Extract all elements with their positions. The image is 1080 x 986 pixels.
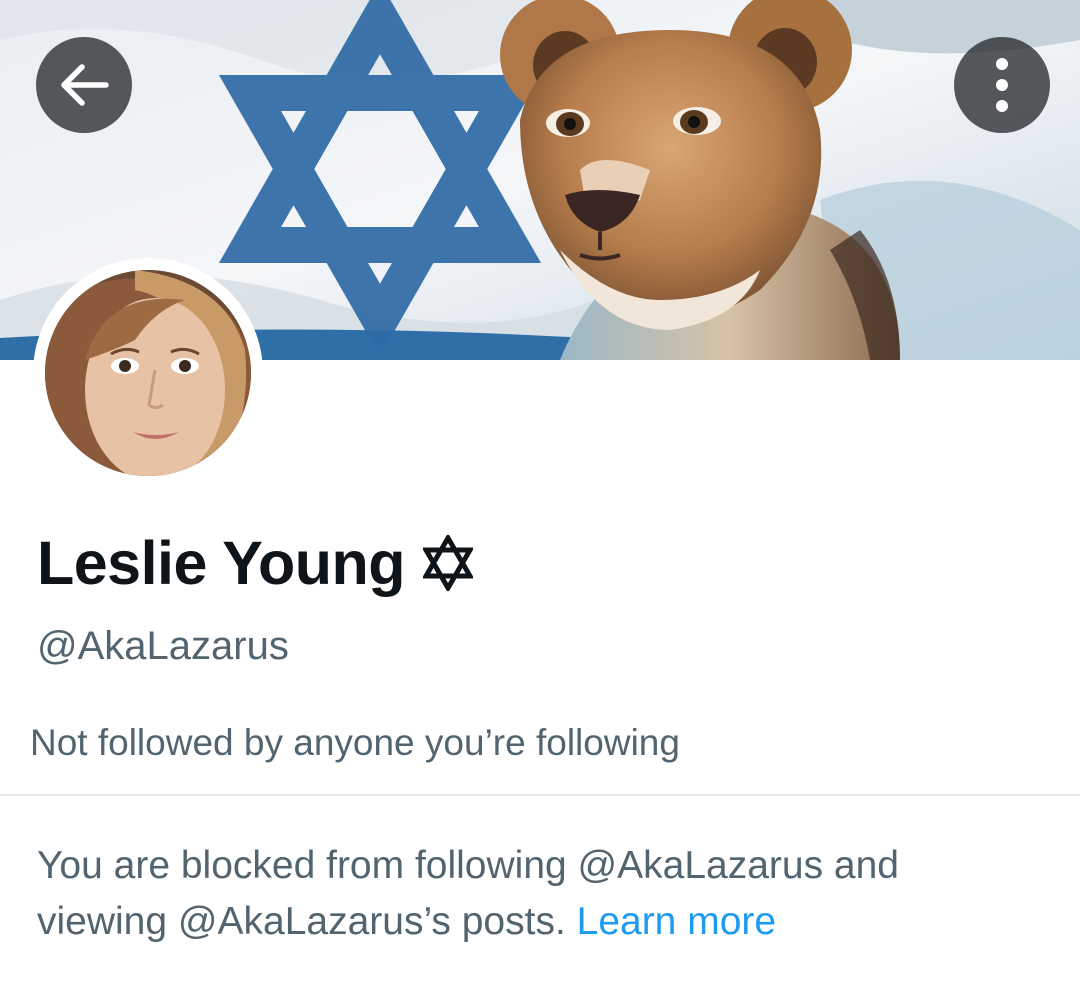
avatar[interactable] — [33, 258, 263, 488]
profile-display-name: Leslie Young — [37, 528, 473, 598]
avatar-image — [45, 270, 251, 476]
learn-more-link[interactable]: Learn more — [577, 900, 776, 943]
display-name-text: Leslie Young — [37, 529, 405, 597]
blocked-notice: You are blocked from following @AkaLazar… — [37, 838, 1037, 950]
followers-you-know-note: Not followed by anyone you’re following — [30, 722, 680, 763]
arrow-left-icon — [61, 64, 109, 106]
back-button[interactable] — [36, 37, 132, 133]
more-vertical-icon — [996, 58, 1008, 112]
divider — [0, 794, 1080, 796]
profile-handle: @AkaLazarus — [37, 624, 289, 668]
more-options-button[interactable] — [954, 37, 1050, 133]
star-of-david-icon — [422, 535, 473, 591]
